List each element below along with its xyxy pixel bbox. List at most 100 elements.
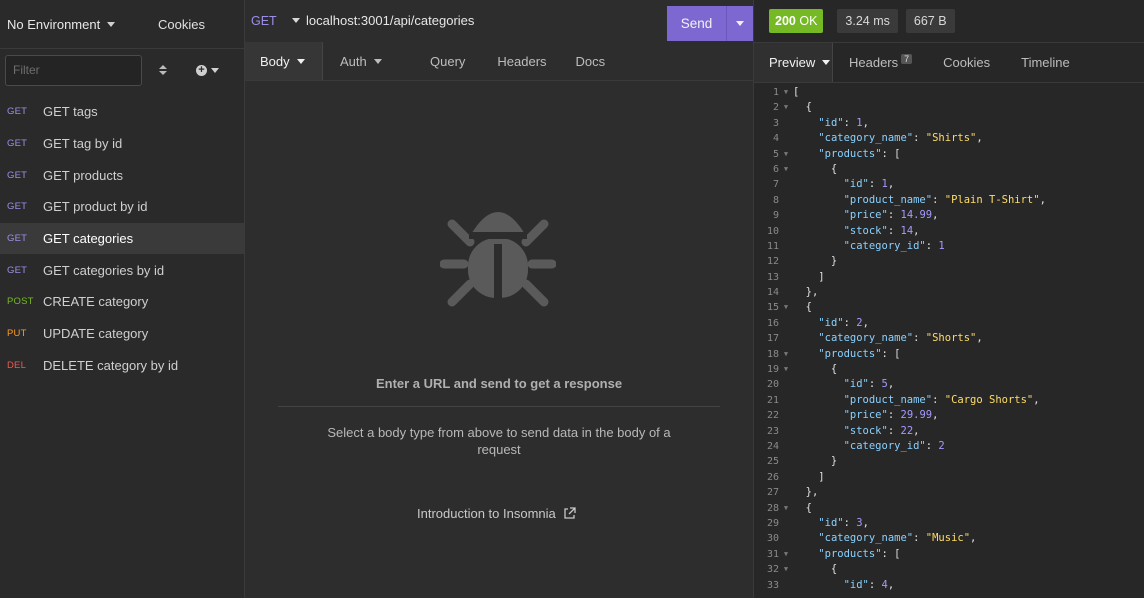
fold-arrow-icon[interactable]: ▼ bbox=[779, 562, 793, 577]
fold-arrow-icon[interactable]: ▼ bbox=[779, 147, 793, 162]
send-button[interactable]: Send bbox=[667, 6, 727, 41]
tab-response-headers[interactable]: Headers 7 bbox=[833, 43, 927, 82]
fold-arrow-icon[interactable]: ▼ bbox=[779, 85, 793, 100]
line-number: 30 bbox=[766, 533, 779, 545]
tab-body-label: Body bbox=[260, 53, 290, 69]
tab-timeline-label: Timeline bbox=[1021, 55, 1070, 70]
bug-icon bbox=[440, 212, 556, 307]
line-number: 16 bbox=[766, 317, 779, 329]
tab-response-cookies[interactable]: Cookies bbox=[927, 43, 1005, 82]
headers-count-badge: 7 bbox=[901, 53, 913, 64]
add-request-button[interactable]: + bbox=[196, 64, 219, 76]
status-badge: 200 OK bbox=[769, 9, 824, 33]
code-text: "id": 2, bbox=[818, 316, 869, 329]
tab-body[interactable]: Body bbox=[245, 42, 323, 80]
line-number: 2 bbox=[772, 102, 779, 114]
sort-icon[interactable] bbox=[159, 65, 167, 75]
line-number: 32 bbox=[766, 564, 779, 576]
chevron-down-icon bbox=[211, 67, 219, 73]
status-code: 200 bbox=[775, 14, 796, 28]
filter-input[interactable] bbox=[5, 54, 142, 86]
code-line: 10 "stock": 14, bbox=[754, 224, 1144, 239]
fold-arrow-icon bbox=[779, 470, 793, 485]
response-body[interactable]: 1 ▼[2 ▼ {3 "id": 1, 4 "category_name": "Shi… bbox=[754, 85, 1144, 593]
request-name: DELETE category by id bbox=[43, 357, 179, 373]
code-line: 21 "product_name": "Cargo Shorts", bbox=[754, 393, 1144, 408]
tab-preview[interactable]: Preview bbox=[754, 43, 833, 82]
fold-arrow-icon bbox=[779, 439, 793, 454]
request-item[interactable]: GET GET categories by id bbox=[0, 254, 244, 286]
request-item[interactable]: PUT UPDATE category bbox=[0, 318, 244, 350]
line-number: 19 bbox=[766, 364, 779, 376]
line-number: 20 bbox=[766, 379, 779, 391]
chevron-down-icon bbox=[822, 60, 831, 65]
fold-arrow-icon[interactable]: ▼ bbox=[779, 162, 793, 177]
request-item[interactable]: GET GET tag by id bbox=[0, 128, 244, 160]
code-line: 25 } bbox=[754, 454, 1144, 469]
method-selector[interactable]: GET bbox=[251, 14, 287, 28]
code-line: 1 ▼[ bbox=[754, 85, 1144, 100]
code-text: ] bbox=[793, 470, 825, 483]
line-number: 8 bbox=[772, 194, 779, 206]
code-text: }, bbox=[793, 486, 819, 499]
intro-link[interactable]: Introduction to Insomnia bbox=[417, 506, 576, 521]
code-line: 22 "price": 29.99, bbox=[754, 408, 1144, 423]
line-number: 18 bbox=[766, 348, 779, 360]
line-number: 14 bbox=[766, 287, 779, 299]
request-item[interactable]: GET GET categories bbox=[0, 222, 244, 255]
fold-arrow-icon bbox=[779, 116, 793, 131]
request-name: GET product by id bbox=[43, 199, 148, 215]
fold-arrow-icon bbox=[779, 454, 793, 469]
fold-arrow-icon bbox=[779, 516, 793, 531]
request-list: GET GET tags GET GET tag by id GET GET produc… bbox=[0, 96, 244, 381]
send-options-button[interactable] bbox=[727, 6, 753, 41]
fold-arrow-icon bbox=[779, 177, 793, 192]
fold-arrow-icon bbox=[779, 316, 793, 331]
response-tabs: Preview Headers 7 Cookies Timeline bbox=[754, 43, 1144, 83]
chevron-down-icon[interactable] bbox=[292, 18, 300, 23]
request-item[interactable]: GET GET tags bbox=[0, 96, 244, 128]
code-text: { bbox=[793, 501, 812, 514]
request-item[interactable]: GET GET product by id bbox=[0, 191, 244, 223]
tab-docs[interactable]: Docs bbox=[562, 42, 621, 80]
fold-arrow-icon[interactable]: ▼ bbox=[779, 501, 793, 516]
request-item[interactable]: DEL DELETE category by id bbox=[0, 350, 244, 382]
tab-response-headers-label: Headers bbox=[849, 55, 899, 70]
line-number: 31 bbox=[766, 548, 779, 560]
code-text: "category_name": "Shirts", bbox=[818, 132, 983, 145]
method-badge: GET bbox=[7, 169, 28, 181]
cookies-button[interactable]: Cookies bbox=[158, 17, 205, 32]
code-line: 30 "category_name": "Music", bbox=[754, 531, 1144, 546]
request-item[interactable]: GET GET products bbox=[0, 159, 244, 191]
request-name: GET categories bbox=[43, 231, 134, 247]
code-text: { bbox=[793, 162, 838, 175]
tab-auth-label: Auth bbox=[340, 53, 367, 69]
code-text: "category_name": "Music", bbox=[818, 532, 977, 545]
code-line: 20 "id": 5, bbox=[754, 377, 1144, 392]
fold-arrow-icon[interactable]: ▼ bbox=[779, 347, 793, 362]
tab-headers[interactable]: Headers bbox=[480, 42, 561, 80]
tab-query[interactable]: Query bbox=[420, 42, 480, 80]
fold-arrow-icon[interactable]: ▼ bbox=[779, 100, 793, 115]
send-group: Send bbox=[667, 6, 753, 41]
fold-arrow-icon bbox=[779, 578, 793, 593]
fold-arrow-icon[interactable]: ▼ bbox=[779, 300, 793, 315]
fold-arrow-icon bbox=[779, 285, 793, 300]
status-text: OK bbox=[799, 14, 818, 28]
code-text: "id": 1, bbox=[843, 178, 895, 191]
environment-selector[interactable]: No Environment bbox=[0, 17, 147, 32]
code-line: 29 "id": 3, bbox=[754, 516, 1144, 531]
url-input[interactable]: localhost:3001/api/categories bbox=[306, 13, 666, 28]
fold-arrow-icon[interactable]: ▼ bbox=[779, 547, 793, 562]
fold-arrow-icon bbox=[779, 331, 793, 346]
response-status-bar: 200 OK 3.24 ms 667 B bbox=[754, 0, 1144, 43]
line-number: 27 bbox=[766, 487, 779, 499]
fold-arrow-icon[interactable]: ▼ bbox=[779, 362, 793, 377]
code-line: 17 "category_name": "Shorts", bbox=[754, 331, 1144, 346]
tab-auth[interactable]: Auth bbox=[323, 42, 420, 80]
code-line: 9 "price": 14.99, bbox=[754, 208, 1144, 223]
tab-timeline[interactable]: Timeline bbox=[1005, 43, 1085, 82]
line-number: 23 bbox=[766, 425, 779, 437]
code-line: 26 ] bbox=[754, 470, 1144, 485]
request-item[interactable]: POST CREATE category bbox=[0, 286, 244, 318]
